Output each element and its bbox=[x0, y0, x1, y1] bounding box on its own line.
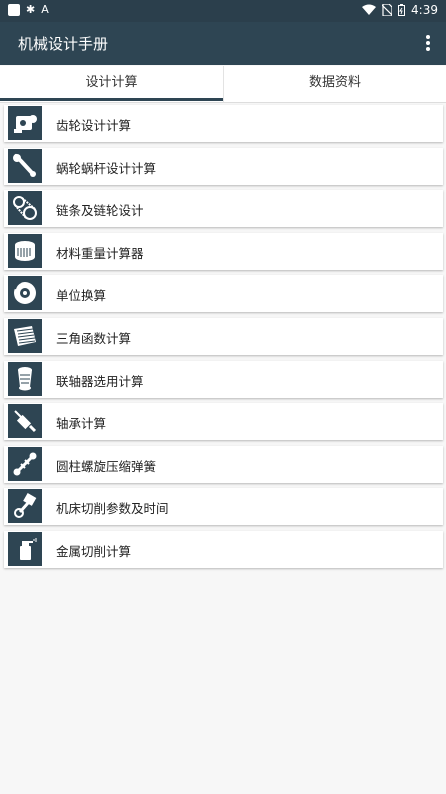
list-item-label: 机床切削参数及时间 bbox=[56, 501, 169, 517]
shaft-icon bbox=[8, 446, 42, 481]
list-item[interactable]: 材料重量计算器 bbox=[4, 232, 443, 270]
tab-data-reference[interactable]: 数据资料 bbox=[223, 66, 446, 102]
list-item-label: 轴承计算 bbox=[56, 416, 107, 432]
app-bar: 机械设计手册 bbox=[0, 22, 446, 65]
list-item-label: 齿轮设计计算 bbox=[56, 118, 132, 133]
font-icon: A bbox=[41, 3, 49, 16]
tab-indicator bbox=[0, 98, 223, 101]
grille-icon bbox=[8, 318, 42, 353]
gear-engine-icon bbox=[8, 106, 42, 140]
list-item[interactable]: 单位换算 bbox=[4, 275, 443, 313]
list-item-label: 联轴器选用计算 bbox=[56, 373, 144, 389]
status-bar: ✱ A 4:39 bbox=[0, 0, 446, 22]
wrench-icon bbox=[8, 148, 42, 183]
list-item[interactable]: 齿轮设计计算 bbox=[4, 105, 443, 142]
status-time: 4:39 bbox=[411, 3, 438, 17]
square-icon bbox=[8, 4, 20, 16]
spray-bottle-icon bbox=[8, 531, 42, 566]
chain-drive-icon bbox=[8, 191, 42, 226]
wifi-icon bbox=[362, 4, 377, 15]
calculator-list: 齿轮设计计算 蜗轮蜗杆设计计算 链条及链轮设计 材料重量计算器 单位换算 三角函… bbox=[4, 105, 443, 574]
list-item-label: 圆柱螺旋压缩弹簧 bbox=[56, 458, 157, 474]
list-item[interactable]: 三角函数计算 bbox=[4, 317, 443, 355]
list-item[interactable]: 轴承计算 bbox=[4, 403, 443, 441]
no-sim-icon bbox=[382, 4, 393, 16]
brake-disc-icon bbox=[8, 276, 42, 311]
list-item[interactable]: 联轴器选用计算 bbox=[4, 360, 443, 398]
list-item[interactable]: 链条及链轮设计 bbox=[4, 190, 443, 228]
list-item-label: 蜗轮蜗杆设计计算 bbox=[56, 160, 157, 176]
tab-design-calc[interactable]: 设计计算 bbox=[0, 66, 223, 102]
battery-icon bbox=[398, 4, 406, 16]
piston-icon bbox=[8, 489, 42, 524]
filter-drum-icon bbox=[8, 233, 42, 268]
list-item-label: 单位换算 bbox=[56, 288, 107, 304]
list-item[interactable]: 金属切削计算 bbox=[4, 530, 443, 568]
list-item-label: 金属切削计算 bbox=[56, 543, 132, 559]
spark-plug-icon bbox=[8, 404, 42, 439]
list-item[interactable]: 蜗轮蜗杆设计计算 bbox=[4, 147, 443, 185]
overflow-menu-icon[interactable] bbox=[426, 35, 430, 51]
list-item[interactable]: 圆柱螺旋压缩弹簧 bbox=[4, 445, 443, 483]
page-title: 机械设计手册 bbox=[18, 35, 109, 53]
list-item-label: 链条及链轮设计 bbox=[56, 203, 144, 219]
list-item[interactable]: 机床切削参数及时间 bbox=[4, 488, 443, 526]
bug-icon: ✱ bbox=[26, 3, 36, 16]
list-item-label: 材料重量计算器 bbox=[56, 245, 144, 261]
coupling-filter-icon bbox=[8, 361, 42, 396]
list-item-label: 三角函数计算 bbox=[56, 330, 132, 346]
